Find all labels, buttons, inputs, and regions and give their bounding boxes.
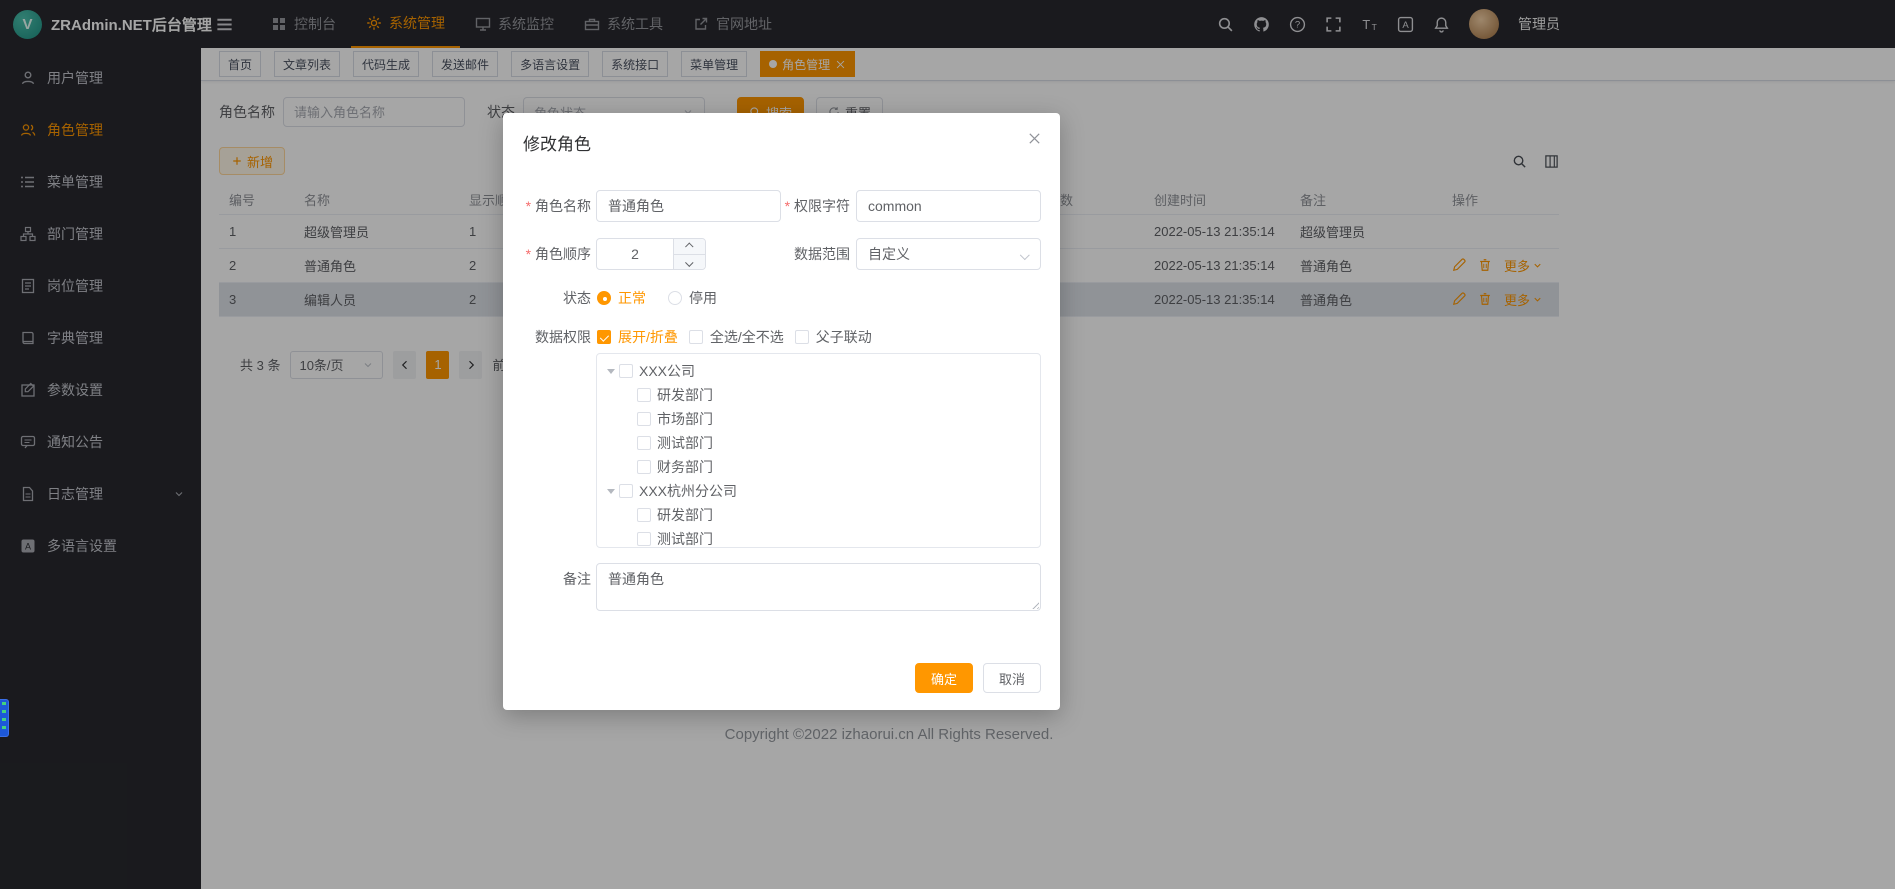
dept-tree: XXX公司研发部门市场部门测试部门财务部门XXX杭州分公司研发部门测试部门 (596, 353, 1041, 548)
form-row-name: 角色名称 权限字符 (503, 190, 1060, 222)
resize-handle-icon[interactable] (1030, 600, 1039, 609)
order-stepper[interactable]: 2 (596, 238, 706, 270)
tree-checkbox-icon[interactable] (637, 532, 651, 546)
radio-label: 停用 (689, 288, 717, 308)
tree-node-label: 市场部门 (657, 409, 713, 429)
perm-checkbox[interactable]: 全选/全不选 (689, 327, 784, 347)
chevron-up-icon (685, 243, 693, 251)
close-icon[interactable] (1027, 131, 1042, 146)
tree-node[interactable]: 市场部门 (597, 407, 1040, 431)
remark-value: 普通角色 (608, 571, 664, 587)
tree-node[interactable]: 研发部门 (597, 503, 1040, 527)
remark-textarea[interactable]: 普通角色 (596, 563, 1041, 611)
dialog-perm-char-label: 权限字符 (730, 190, 850, 222)
dialog-footer: 确定 取消 (915, 663, 1041, 693)
dialog-remark-label: 备注 (503, 563, 591, 595)
tree-node[interactable]: XXX杭州分公司 (597, 479, 1040, 503)
caret-spacer (621, 537, 637, 542)
checkbox-icon (597, 330, 611, 344)
tree-node-label: 测试部门 (657, 529, 713, 548)
dialog-perm-char-input[interactable] (856, 190, 1041, 222)
chevron-down-icon (685, 258, 693, 266)
confirm-button[interactable]: 确定 (915, 663, 973, 693)
dialog-data-perm-label: 数据权限 (503, 321, 591, 353)
scope-value: 自定义 (868, 244, 910, 264)
tree-node-label: 财务部门 (657, 457, 713, 477)
caret-spacer (621, 393, 637, 398)
tree-checkbox-icon[interactable] (619, 364, 633, 378)
chevron-down-icon (1020, 250, 1030, 260)
cancel-button[interactable]: 取消 (983, 663, 1041, 693)
edit-role-dialog: 修改角色 角色名称 权限字符 角色顺序 2 数据范围 自定义 状态 正常 停用 数… (503, 113, 1060, 710)
dialog-role-name-label: 角色名称 (503, 190, 591, 222)
tree-checkbox-icon[interactable] (637, 388, 651, 402)
checkbox-icon (795, 330, 809, 344)
tree-checkbox-icon[interactable] (637, 460, 651, 474)
tree-node[interactable]: 研发部门 (597, 383, 1040, 407)
form-row-order: 角色顺序 2 数据范围 自定义 (503, 238, 1060, 270)
caret-spacer (621, 417, 637, 422)
dialog-title: 修改角色 (523, 130, 591, 155)
radio-icon (597, 291, 611, 305)
caret-spacer (621, 465, 637, 470)
form-row-dataperm: 数据权限 展开/折叠 全选/全不选 父子联动 (503, 321, 1060, 353)
dialog-order-label: 角色顺序 (503, 238, 591, 270)
form-row-status: 状态 正常 停用 (503, 282, 1060, 314)
data-perm-options: 展开/折叠 全选/全不选 父子联动 (597, 321, 883, 353)
tree-node-label: XXX杭州分公司 (639, 481, 737, 501)
checkbox-label: 展开/折叠 (618, 327, 678, 347)
screen-artifact (0, 699, 9, 737)
tree-checkbox-icon[interactable] (637, 436, 651, 450)
decrease-button[interactable] (674, 254, 705, 270)
status-radio-group: 正常 停用 (597, 282, 739, 314)
checkbox-label: 父子联动 (816, 327, 872, 347)
tree-node[interactable]: XXX公司 (597, 359, 1040, 383)
checkbox-label: 全选/全不选 (710, 327, 784, 347)
caret-spacer (621, 441, 637, 446)
caret-down-icon[interactable] (603, 369, 619, 374)
perm-checkbox[interactable]: 展开/折叠 (597, 327, 678, 347)
radio-label: 正常 (618, 288, 646, 308)
increase-button[interactable] (674, 239, 705, 254)
form-row-remark: 备注 普通角色 (503, 563, 1060, 611)
tree-node-label: XXX公司 (639, 361, 695, 381)
checkbox-icon (689, 330, 703, 344)
radio-icon (668, 291, 682, 305)
stepper-controls (673, 239, 705, 269)
dialog-scope-label: 数据范围 (730, 238, 850, 270)
caret-down-icon[interactable] (603, 489, 619, 494)
tree-node[interactable]: 测试部门 (597, 431, 1040, 455)
tree-node-label: 研发部门 (657, 385, 713, 405)
tree-checkbox-icon[interactable] (619, 484, 633, 498)
caret-spacer (621, 513, 637, 518)
tree-node[interactable]: 财务部门 (597, 455, 1040, 479)
perm-checkbox[interactable]: 父子联动 (795, 327, 872, 347)
status-radio[interactable]: 正常 (597, 288, 646, 308)
tree-checkbox-icon[interactable] (637, 508, 651, 522)
tree-node-label: 研发部门 (657, 505, 713, 525)
order-value: 2 (597, 239, 673, 269)
dialog-status-label: 状态 (503, 282, 591, 314)
tree-node-label: 测试部门 (657, 433, 713, 453)
tree-node[interactable]: 测试部门 (597, 527, 1040, 548)
scope-select[interactable]: 自定义 (856, 238, 1041, 270)
status-radio[interactable]: 停用 (668, 288, 717, 308)
tree-checkbox-icon[interactable] (637, 412, 651, 426)
